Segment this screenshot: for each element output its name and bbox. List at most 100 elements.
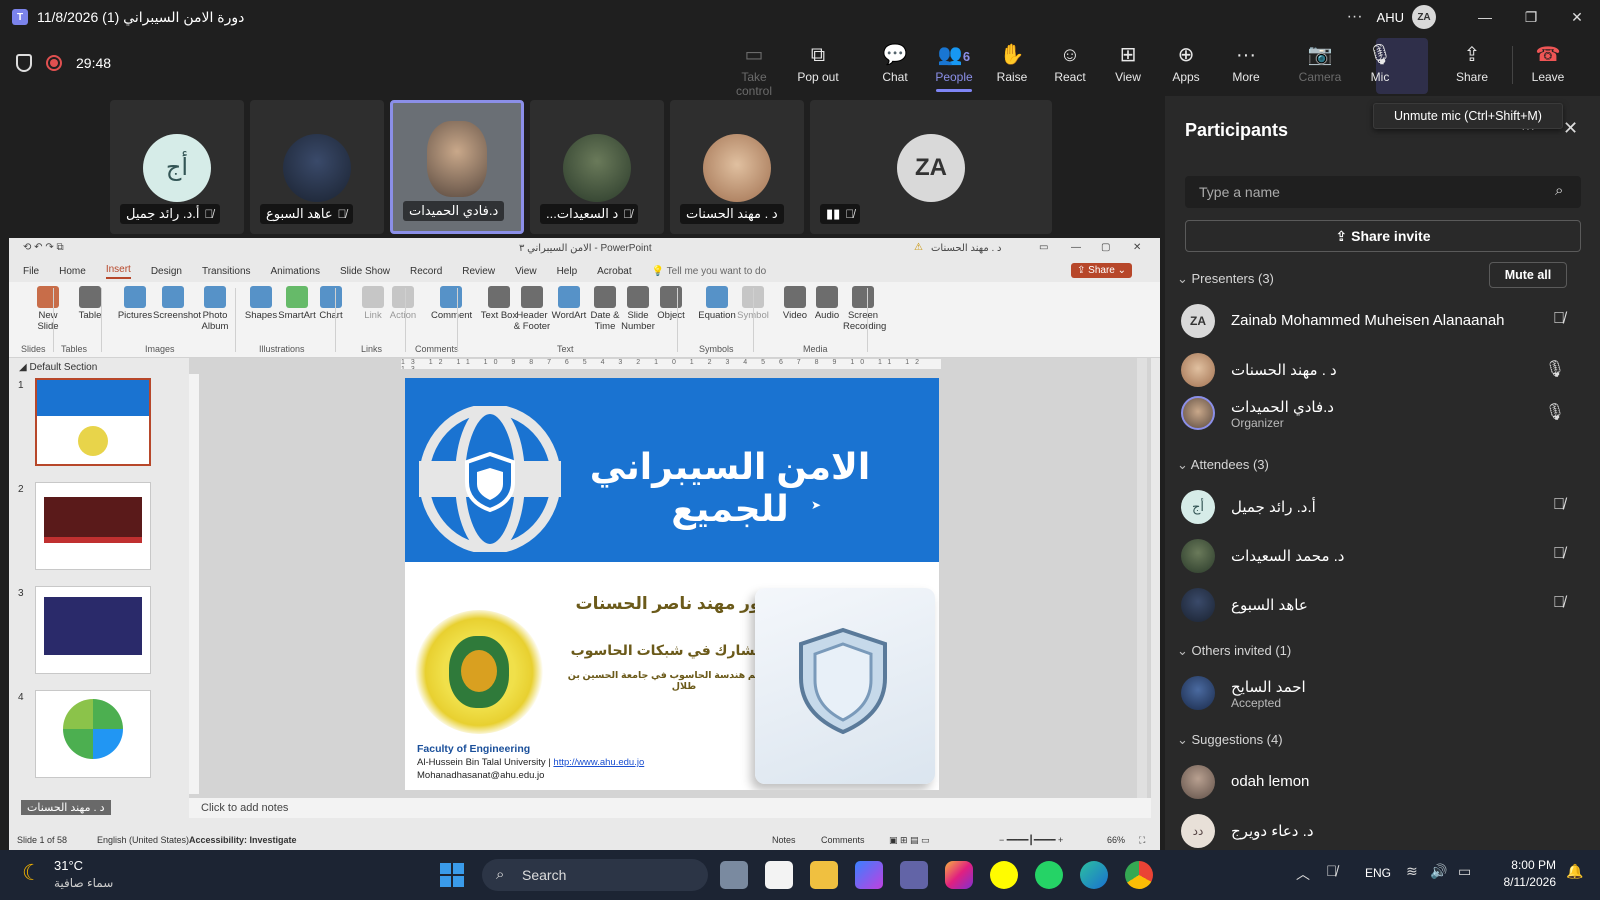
task-view-icon[interactable]	[720, 861, 748, 889]
ribbon-options-icon[interactable]: ▭	[1039, 242, 1048, 253]
notes-pane[interactable]: Click to add notes	[189, 798, 1151, 818]
ppt-menu-file[interactable]: File	[23, 266, 39, 277]
ribbon-audio-button[interactable]: Audio	[807, 286, 847, 321]
others-invited-section[interactable]: Others invited (1)	[1177, 643, 1292, 659]
taskbar-search[interactable]: ⌕ Search	[482, 859, 708, 891]
vertical-scrollbar[interactable]	[1137, 358, 1147, 798]
volume-icon[interactable]: 🔊	[1430, 863, 1447, 880]
ribbon-screenshot-button[interactable]: Screenshot	[153, 286, 201, 321]
ribbon-wordart-button[interactable]: WordArt	[549, 286, 589, 321]
ppt-share-button[interactable]: ⇪ Share ⌄	[1071, 263, 1132, 278]
org-label[interactable]: AHU	[1377, 10, 1404, 25]
slide-url-link[interactable]: http://www.ahu.edu.jo	[553, 757, 644, 768]
ppt-user[interactable]: د . مهند الحسنات	[931, 243, 1001, 254]
ppt-minimize-icon[interactable]: —	[1071, 242, 1081, 253]
video-tile[interactable]: ZA ▮▮ 🎙̸	[810, 100, 1052, 234]
file-explorer-icon[interactable]	[810, 861, 838, 889]
video-tile[interactable]: ...د السعيدات 🎙̸	[530, 100, 664, 234]
participant-row[interactable]: دد د. دعاء دويرج	[1181, 812, 1585, 850]
section-label[interactable]: ◢ Default Section	[19, 362, 97, 373]
edge-icon[interactable]	[1080, 861, 1108, 889]
instagram-icon[interactable]	[945, 861, 973, 889]
ppt-menu-review[interactable]: Review	[462, 266, 495, 277]
tray-chevron-icon[interactable]: ︿	[1296, 864, 1310, 884]
current-slide[interactable]: الامن السيبراني للجميع الدكتور مهند ناصر…	[405, 378, 939, 790]
ribbon-screen-recording-button[interactable]: Screen Recording	[843, 286, 886, 332]
slide-thumb-3[interactable]	[35, 586, 151, 674]
windows-start-icon[interactable]	[440, 863, 464, 887]
participant-row[interactable]: ZA Zainab Mohammed Muheisen Alanaanah 🎙̸	[1181, 302, 1585, 342]
camera-button[interactable]: 📷 Camera	[1290, 42, 1350, 84]
ribbon-table-button[interactable]: Table	[70, 286, 110, 321]
video-tile[interactable]: أج أ.د. رائد جميل 🎙̸	[110, 100, 244, 234]
ppt-menu-insert[interactable]: Insert	[105, 264, 131, 279]
mic-off-icon[interactable]: 🎙̸	[1553, 310, 1565, 328]
ribbon-object-button[interactable]: Object	[651, 286, 691, 321]
notification-icon[interactable]: 🔔	[1566, 863, 1583, 880]
attendees-section[interactable]: Attendees (3)	[1177, 457, 1269, 473]
battery-icon[interactable]: ▭	[1458, 863, 1471, 880]
slide-thumb-4[interactable]	[35, 690, 151, 778]
comments-button[interactable]: Comments	[821, 830, 865, 850]
restore-icon[interactable]: ❐	[1508, 9, 1554, 26]
slide-thumb-1[interactable]	[35, 378, 151, 466]
share-invite-button[interactable]: ⇪ Share invite	[1185, 220, 1581, 252]
tell-me-search[interactable]: 💡 Tell me you want to do	[652, 266, 767, 277]
ppt-menu-help[interactable]: Help	[557, 266, 578, 277]
ribbon-new-slide-button[interactable]: New Slide	[28, 286, 68, 332]
ribbon-action-button[interactable]: Action	[383, 286, 423, 321]
more-options-icon[interactable]: ···	[1347, 8, 1363, 26]
share-button[interactable]: ⇪ Share	[1442, 42, 1502, 84]
apps-button[interactable]: ⊕ Apps	[1156, 42, 1216, 84]
clock-date[interactable]: 8/11/2026	[1488, 875, 1557, 889]
chat-button[interactable]: 💬 Chat	[865, 42, 925, 84]
close-icon[interactable]: ✕	[1554, 9, 1600, 26]
ppt-menu-home[interactable]: Home	[59, 266, 86, 277]
participant-row[interactable]: د.فادي الحميدات Organizer 🎙	[1181, 394, 1585, 434]
minimize-icon[interactable]: —	[1462, 9, 1508, 25]
suggestions-section[interactable]: Suggestions (4)	[1177, 732, 1283, 748]
ribbon-photo-album-button[interactable]: Photo Album	[195, 286, 235, 332]
accessibility-label[interactable]: Accessibility: Investigate	[189, 830, 297, 850]
weather-icon[interactable]: ☾	[22, 860, 42, 886]
tray-mic-off-icon[interactable]: 🎙̸	[1326, 863, 1337, 880]
panel-close-icon[interactable]: ✕	[1563, 118, 1578, 139]
participant-search-input[interactable]: Type a name	[1185, 176, 1581, 208]
snapchat-icon[interactable]	[990, 861, 1018, 889]
whatsapp-icon[interactable]	[1035, 861, 1063, 889]
mic-icon[interactable]: 🎙	[1545, 359, 1565, 379]
presenters-section[interactable]: Presenters (3)	[1177, 271, 1274, 287]
ppt-menu-acrobat[interactable]: Acrobat	[597, 266, 631, 277]
participant-row[interactable]: د. محمد السعيدات 🎙̸	[1181, 537, 1585, 577]
participant-row[interactable]: أج أ.د. رائد جميل 🎙̸	[1181, 488, 1585, 528]
view-buttons-icon[interactable]: ▣ ⊞ ▤ ▭	[889, 830, 930, 850]
ppt-menu-transitions[interactable]: Transitions	[202, 266, 251, 277]
more-button[interactable]: ··· More	[1216, 42, 1276, 84]
teams-icon[interactable]	[900, 861, 928, 889]
mic-icon[interactable]: 🎙	[1545, 402, 1565, 422]
chrome-icon[interactable]	[1125, 861, 1153, 889]
raise-button[interactable]: ✋ Raise	[982, 42, 1042, 84]
ppt-menu-record[interactable]: Record	[410, 266, 442, 277]
mute-all-button[interactable]: Mute all	[1489, 262, 1567, 288]
ppt-menu-slide-show[interactable]: Slide Show	[340, 266, 390, 277]
clock-time[interactable]: 8:00 PM	[1498, 858, 1556, 872]
zoom-level[interactable]: 66%	[1107, 830, 1125, 850]
autosave-icon[interactable]: ⟲ ↶ ↷ ⧉	[23, 242, 64, 253]
participant-row[interactable]: د . مهند الحسنات 🎙	[1181, 351, 1585, 391]
mic-off-icon[interactable]: 🎙̸	[1553, 545, 1565, 563]
view-button[interactable]: ⊞ View	[1098, 42, 1158, 84]
react-button[interactable]: ☺ React	[1040, 42, 1100, 84]
people-button[interactable]: 👥6 People	[924, 42, 984, 92]
ppt-menu-animations[interactable]: Animations	[271, 266, 320, 277]
participant-row[interactable]: odah lemon	[1181, 763, 1585, 803]
ppt-close-icon[interactable]: ✕	[1133, 242, 1141, 253]
video-tile-active[interactable]: د.فادي الحميدات	[390, 100, 524, 234]
ribbon-header-footer-button[interactable]: Header & Footer	[512, 286, 552, 332]
ribbon-chart-button[interactable]: Chart	[311, 286, 351, 321]
language-label[interactable]: English (United States)	[97, 830, 189, 850]
ribbon-comment-button[interactable]: Comment	[431, 286, 472, 321]
notes-button[interactable]: Notes	[772, 830, 796, 850]
leave-button[interactable]: ☎ Leave	[1518, 42, 1578, 84]
mic-button[interactable]: 🎙 Mic	[1350, 42, 1410, 84]
